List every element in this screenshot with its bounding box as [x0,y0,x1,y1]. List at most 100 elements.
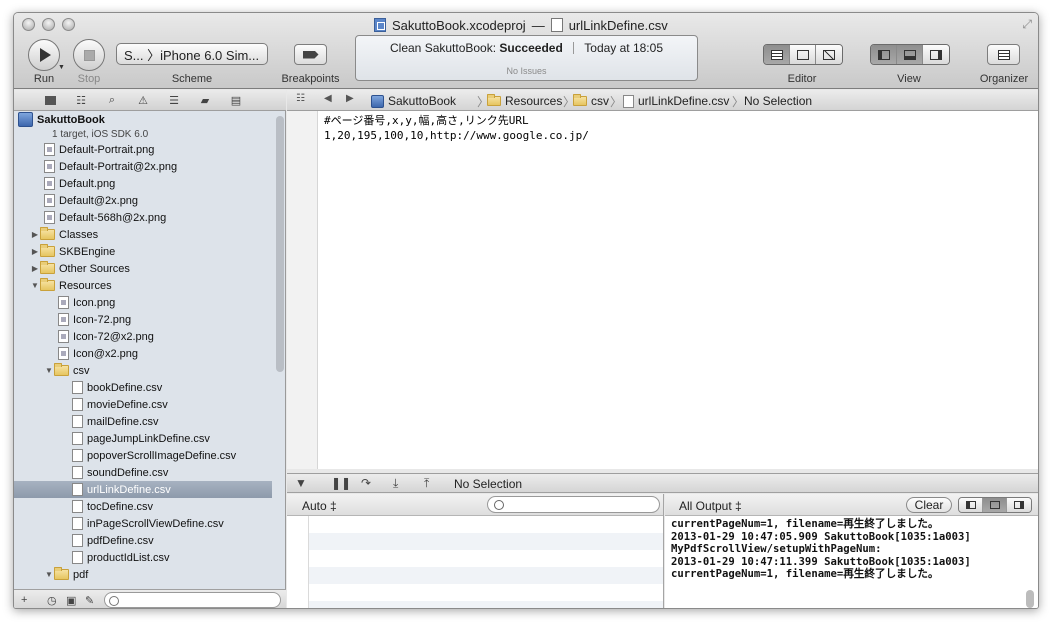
related-items-icon[interactable]: ☷ [296,93,305,104]
step-into-icon[interactable]: ⤓ [393,476,398,491]
crumb-resources[interactable]: Resources [487,94,562,108]
issue-navigator-tab[interactable]: ⚠ [135,93,151,107]
tree-item-label: SKBEngine [59,245,116,258]
source-editor[interactable]: #ページ番号,x,y,幅,高さ,リンク先URL 1,20,195,100,10,… [287,111,1038,469]
unsaved-files-icon[interactable]: ✎ [85,594,94,607]
editor-gutter[interactable] [287,111,318,469]
version-editor-button[interactable] [816,45,842,64]
crumb-project[interactable]: SakuttoBook [371,94,456,108]
navigator-scrollbar[interactable] [276,116,284,372]
recent-files-icon[interactable]: ◷ [47,594,57,607]
tree-file-row[interactable]: Default-Portrait.png [14,141,272,158]
toggle-debug-area-button[interactable] [897,45,923,64]
tree-folder-row[interactable]: ▼ pdf [14,566,272,583]
tree-file-row[interactable]: Icon@x2.png [14,345,272,362]
navigator-filter-input[interactable] [104,592,281,608]
organizer-button[interactable] [987,44,1020,65]
tree-file-row[interactable]: urlLinkDefine.csv [14,481,272,498]
disclosure-triangle-icon[interactable]: ▼ [30,281,40,290]
scheme-selector[interactable]: S... 〉iPhone 6.0 Sim... [116,43,268,65]
debug-bar: ▼ ❚❚ ↷ ⤓ ⤒ No Selection [287,473,1038,493]
pause-icon[interactable]: ❚❚ [331,476,351,490]
clear-console-button[interactable]: Clear [906,497,952,513]
image-file-icon [44,194,55,207]
show-variables-button[interactable] [959,498,983,512]
console-scrollbar[interactable] [1026,590,1034,608]
step-out-icon[interactable]: ⤒ [424,476,429,491]
show-both-button[interactable] [983,498,1007,512]
variables-list[interactable] [287,516,663,608]
close-window-button[interactable] [22,18,35,31]
tree-file-row[interactable]: inPageScrollViewDefine.csv [14,515,272,532]
source-control-icon[interactable]: ▣ [66,594,76,607]
tree-file-row[interactable]: tocDefine.csv [14,498,272,515]
fullscreen-icon[interactable]: ⤢ [1022,17,1032,32]
disclosure-triangle-icon[interactable]: ▶ [30,247,40,256]
code-line-1[interactable]: #ページ番号,x,y,幅,高さ,リンク先URL [324,112,529,128]
tree-file-row[interactable]: Icon-72.png [14,311,272,328]
hide-debug-area-icon[interactable]: ▼ [295,476,307,490]
tree-folder-row[interactable]: ▶ Other Sources [14,260,272,277]
toggle-navigator-button[interactable] [871,45,897,64]
code-line-2[interactable]: 1,20,195,100,10,http://www.google.co.jp/ [324,129,589,142]
tree-file-row[interactable]: soundDefine.csv [14,464,272,481]
tree-folder-row[interactable]: ▶ Classes [14,226,272,243]
window-title: SakuttoBook.xcodeproj — urlLinkDefine.cs… [374,17,668,33]
toggle-utilities-button[interactable] [923,45,949,64]
add-icon[interactable]: + [21,594,27,606]
tree-file-row[interactable]: popoverScrollImageDefine.csv [14,447,272,464]
run-button[interactable] [28,39,60,71]
minimize-window-button[interactable] [42,18,55,31]
debug-navigator-tab[interactable]: ☰ [166,93,182,107]
variables-scope-popup[interactable]: Auto ‡ [302,499,337,513]
tree-file-row[interactable]: Default-Portrait@2x.png [14,158,272,175]
tree-folder-row[interactable]: ▶ SKBEngine [14,243,272,260]
assistant-editor-icon [796,49,809,60]
tree-file-row[interactable]: ▼SakuttoBook [14,112,272,127]
tree-file-row[interactable]: mailDefine.csv [14,413,272,430]
run-menu-caret-icon[interactable]: ▼ [58,64,65,71]
search-navigator-tab[interactable]: ⌕ [104,93,120,107]
tree-file-row[interactable]: movieDefine.csv [14,396,272,413]
tree-file-row[interactable]: productIdList.csv [14,549,272,566]
zoom-window-button[interactable] [62,18,75,31]
forward-arrow-icon[interactable]: ▶ [346,93,354,104]
log-navigator-tab[interactable]: ▤ [228,93,244,107]
tree-file-row[interactable]: bookDefine.csv [14,379,272,396]
tree-file-row[interactable]: Default@2x.png [14,192,272,209]
tree-item-label: Default@2x.png [59,194,139,207]
standard-editor-button[interactable] [764,45,790,64]
variables-search-input[interactable] [487,496,660,513]
disclosure-triangle-icon[interactable]: ▼ [44,570,54,579]
disclosure-triangle-icon[interactable]: ▼ [44,366,54,375]
breakpoint-navigator-tab[interactable]: ▰ [197,93,213,107]
step-over-icon[interactable]: ↷ [361,476,371,490]
image-file-icon [58,296,69,309]
project-icon [18,112,33,127]
project-navigator-tab[interactable] [42,93,58,107]
tree-file-row[interactable]: Default.png [14,175,272,192]
show-console-button[interactable] [1007,498,1031,512]
tree-file-row[interactable]: Default-568h@2x.png [14,209,272,226]
document-icon [623,94,634,108]
stop-button[interactable] [73,39,105,71]
breakpoints-button[interactable] [294,44,327,65]
back-arrow-icon[interactable]: ◀ [324,93,332,104]
disclosure-triangle-icon[interactable]: ▶ [30,264,40,273]
tree-folder-row[interactable]: ▼ Resources [14,277,272,294]
tree-file-row[interactable]: Icon-72@x2.png [14,328,272,345]
crumb-file[interactable]: urlLinkDefine.csv [623,94,729,108]
console-output-filter[interactable]: All Output ‡ [679,499,742,513]
symbol-navigator-tab[interactable]: ☷ [73,93,89,107]
tree-file-row[interactable]: pageJumpLinkDefine.csv [14,430,272,447]
crumb-selection[interactable]: No Selection [744,94,812,108]
tree-file-row[interactable]: pdfDefine.csv [14,532,272,549]
tree-folder-row[interactable]: ▼ csv [14,362,272,379]
disclosure-triangle-icon[interactable]: ▶ [30,230,40,239]
crumb-csv[interactable]: csv [573,94,609,108]
activity-view[interactable]: Clean SakuttoBook: Succeeded Today at 18… [355,35,698,81]
tree-file-row[interactable]: Icon.png [14,294,272,311]
assistant-editor-button[interactable] [790,45,816,64]
console-output[interactable]: currentPageNum=1, filename=再生終了しました。 201… [671,518,1016,581]
standard-editor-icon [770,49,783,60]
